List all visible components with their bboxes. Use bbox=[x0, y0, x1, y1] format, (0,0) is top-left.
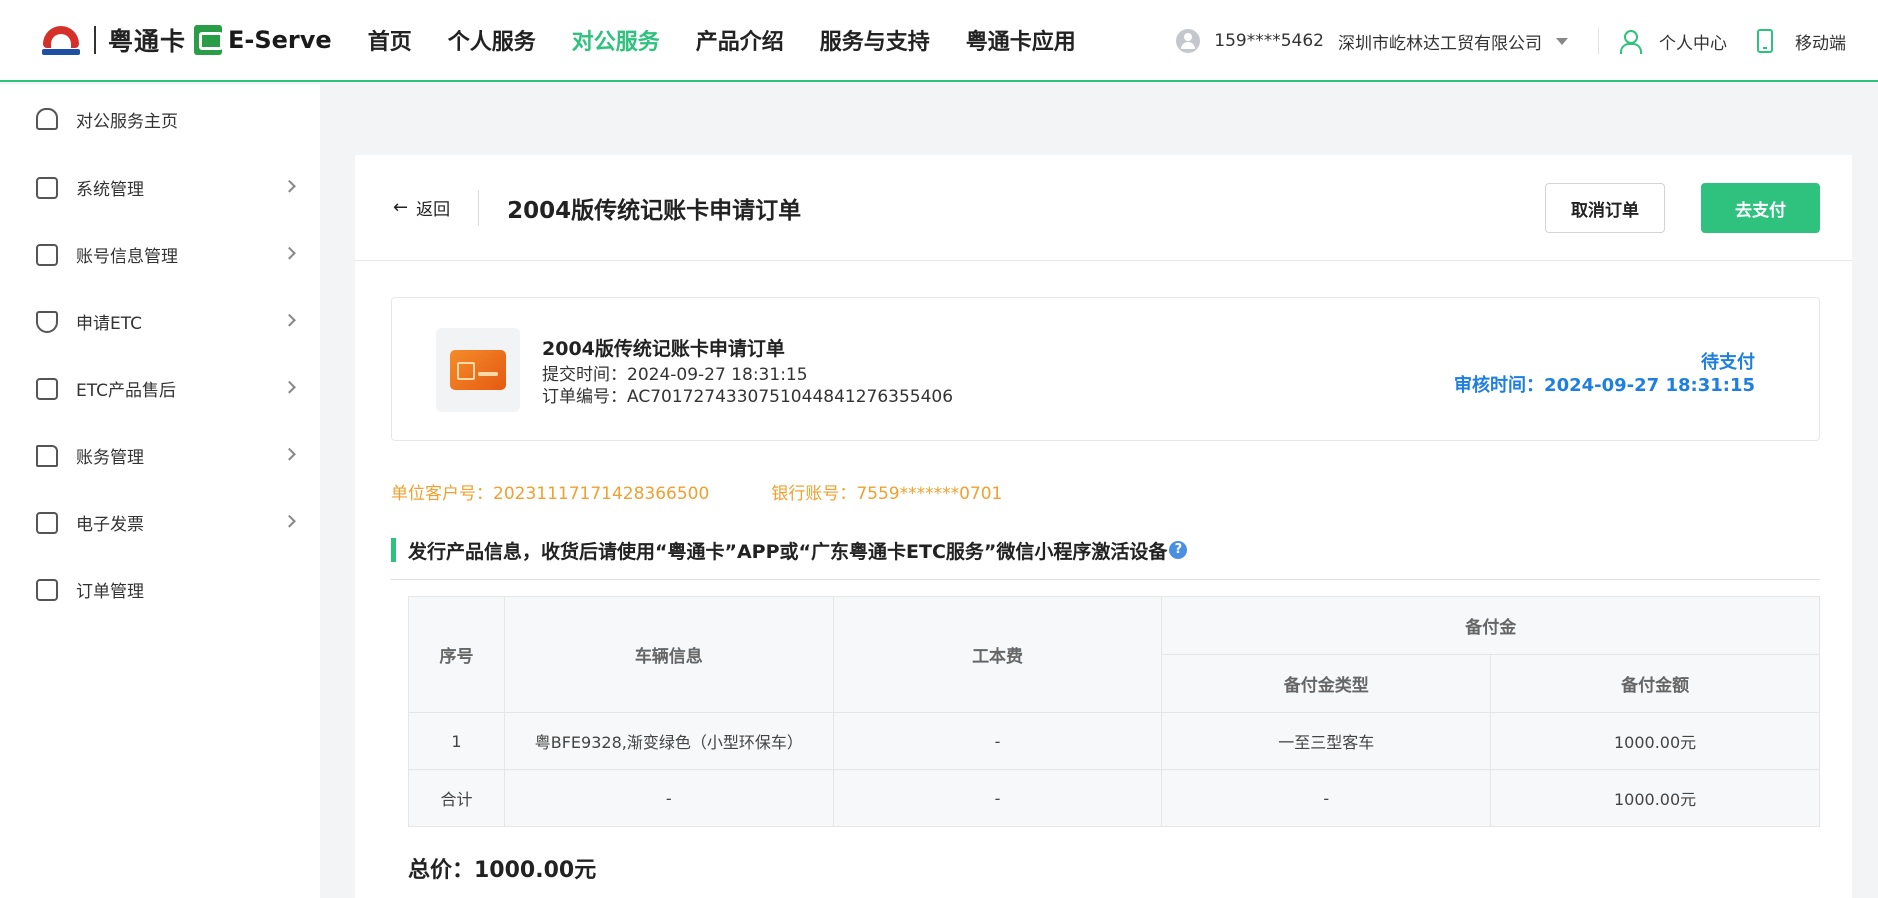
cell-vehicle: - bbox=[503, 769, 834, 827]
table-row: 1 粤BFE9328,渐变绿色（小型环保车） - 一至三型客车 1000.00元 bbox=[408, 712, 1820, 770]
header-prepaid: 备付金 bbox=[1161, 596, 1820, 655]
header-prepaid-amount: 备付金额 bbox=[1490, 654, 1820, 713]
sidebar-item-billing[interactable]: 账务管理 bbox=[0, 422, 320, 489]
chevron-right-icon bbox=[283, 514, 296, 528]
back-button[interactable]: ← 返回 bbox=[393, 195, 450, 220]
section-title-text: 发行产品信息，收货后请使用“粤通卡”APP或“广东粤通卡ETC服务”微信小程序激… bbox=[408, 540, 1168, 563]
after-sales-icon bbox=[36, 377, 58, 400]
cancel-order-button[interactable]: 取消订单 bbox=[1545, 183, 1665, 233]
account-info-icon bbox=[36, 243, 58, 266]
sidebar-item-label: 订单管理 bbox=[76, 582, 144, 602]
table-row-total: 合计 - - - 1000.00元 bbox=[408, 769, 1820, 827]
user-avatar-icon bbox=[1176, 29, 1201, 53]
help-icon[interactable]: ? bbox=[1169, 541, 1188, 559]
header-seq: 序号 bbox=[408, 596, 505, 713]
sidebar-item-label: 系统管理 bbox=[76, 180, 144, 200]
bank-account-number: 银行账号：7559*******0701 bbox=[771, 484, 1003, 504]
system-settings-icon bbox=[36, 176, 58, 199]
cell-fee: - bbox=[832, 769, 1163, 827]
sidebar-item-label: ETC产品售后 bbox=[76, 381, 176, 401]
header-divider bbox=[1598, 28, 1599, 54]
order-summary-card: 2004版传统记账卡申请订单 提交时间：2024-09-27 18:31:15 … bbox=[391, 297, 1820, 441]
sidebar-item-system-management[interactable]: 系统管理 bbox=[0, 154, 320, 221]
sidebar-item-apply-etc[interactable]: 申请ETC bbox=[0, 288, 320, 355]
sidebar-item-label: 对公服务主页 bbox=[76, 111, 178, 132]
top-navigation-bar: 粤通卡 E-Serve 首页 个人服务 对公服务 产品介绍 服务与支持 粤通卡应… bbox=[0, 0, 1878, 82]
section-divider bbox=[391, 579, 1820, 580]
user-area: 159****5462 深圳市屹林达工贸有限公司 个人中心 移动端 bbox=[1176, 0, 1846, 82]
guangdong-transport-logo-icon bbox=[40, 23, 82, 57]
sidebar-item-label: 账号信息管理 bbox=[76, 247, 178, 267]
company-selector[interactable]: 深圳市屹林达工贸有限公司 bbox=[1338, 29, 1542, 54]
sidebar-item-corporate-home[interactable]: 对公服务主页 bbox=[0, 84, 320, 154]
chevron-down-icon[interactable] bbox=[1556, 37, 1568, 45]
brand-name: 粤通卡 bbox=[108, 27, 187, 56]
customer-number: 单位客户号：2023111717142836650​0 bbox=[391, 484, 710, 504]
cell-prepaid-amount: 1000.00元 bbox=[1490, 769, 1820, 827]
invoice-icon bbox=[36, 511, 58, 534]
order-detail-panel: ← 返回 2004版传统记账卡申请订单 取消订单 去支付 2004版传统记账卡申… bbox=[355, 155, 1852, 898]
etc-card-logo-icon bbox=[194, 25, 224, 55]
sidebar-item-e-invoice[interactable]: 电子发票 bbox=[0, 489, 320, 556]
folder-icon bbox=[36, 444, 58, 467]
cell-vehicle: 粤BFE9328,渐变绿色（小型环保车） bbox=[503, 712, 834, 770]
total-price: 总价：1000.00元 bbox=[408, 858, 597, 883]
brand-logo[interactable]: 粤通卡 E-Serve bbox=[40, 22, 332, 58]
chevron-right-icon bbox=[283, 313, 296, 327]
personal-center-link[interactable]: 个人中心 bbox=[1659, 29, 1727, 54]
nav-personal-services[interactable]: 个人服务 bbox=[448, 24, 536, 56]
cell-seq: 1 bbox=[408, 712, 505, 770]
cell-seq: 合计 bbox=[408, 769, 505, 827]
nav-product-intro[interactable]: 产品介绍 bbox=[696, 24, 784, 56]
ic-card-icon bbox=[450, 350, 506, 390]
personal-center-icon[interactable] bbox=[1619, 29, 1642, 54]
chevron-right-icon bbox=[283, 179, 296, 193]
nav-home[interactable]: 首页 bbox=[368, 24, 412, 56]
sidebar-item-order-management[interactable]: 订单管理 bbox=[0, 556, 320, 623]
sidebar-item-etc-after-sales[interactable]: ETC产品售后 bbox=[0, 355, 320, 422]
sidebar: 对公服务主页 系统管理 账号信息管理 申请ETC ETC产品售后 账务管理 电子… bbox=[0, 84, 320, 898]
order-clipboard-icon bbox=[36, 578, 58, 601]
nav-service-support[interactable]: 服务与支持 bbox=[820, 24, 930, 56]
nav-corporate-services[interactable]: 对公服务 bbox=[572, 24, 660, 56]
page-header: ← 返回 2004版传统记账卡申请订单 取消订单 去支付 bbox=[355, 155, 1852, 261]
brand-product-name: E-Serve bbox=[228, 26, 332, 54]
home-icon bbox=[36, 108, 58, 130]
review-time: 审核时间：2024-09-27 18:31:15 bbox=[1454, 375, 1755, 396]
chevron-right-icon bbox=[283, 246, 296, 260]
mobile-link[interactable]: 移动端 bbox=[1795, 29, 1846, 54]
etc-shield-icon bbox=[36, 310, 58, 333]
product-info-table: 序号 车辆信息 工本费 备付金 备付金类型 备付金额 1 粤BFE9328,渐变… bbox=[408, 596, 1820, 827]
sidebar-item-label: 申请ETC bbox=[76, 314, 142, 334]
chevron-right-icon bbox=[283, 447, 296, 461]
cell-prepaid-amount: 1000.00元 bbox=[1490, 712, 1820, 770]
section-title: 发行产品信息，收货后请使用“粤通卡”APP或“广东粤通卡ETC服务”微信小程序激… bbox=[391, 538, 1188, 563]
header-prepaid-type: 备付金类型 bbox=[1161, 654, 1492, 713]
account-info-row: 单位客户号：2023111717142836650​0 银行账号：7559***… bbox=[391, 479, 1064, 504]
header-divider bbox=[478, 189, 480, 226]
order-name: 2004版传统记账卡申请订单 bbox=[542, 338, 785, 360]
header-fee: 工本费 bbox=[832, 596, 1163, 713]
cell-prepaid-type: 一至三型客车 bbox=[1161, 712, 1492, 770]
brand-divider bbox=[94, 26, 96, 54]
order-number: 订单编号：AC7017274330751044841276355406 bbox=[542, 387, 954, 407]
sidebar-item-label: 账务管理 bbox=[76, 448, 144, 468]
chevron-right-icon bbox=[283, 380, 296, 394]
product-thumbnail bbox=[436, 328, 520, 412]
page-title: 2004版传统记账卡申请订单 bbox=[507, 197, 802, 224]
pay-button[interactable]: 去支付 bbox=[1701, 183, 1820, 233]
header-vehicle: 车辆信息 bbox=[503, 596, 834, 713]
back-label: 返回 bbox=[416, 200, 451, 220]
user-phone: 159****5462 bbox=[1214, 31, 1324, 51]
nav-card-apps[interactable]: 粤通卡应用 bbox=[966, 24, 1076, 56]
arrow-left-icon: ← bbox=[393, 197, 409, 218]
main-nav: 首页 个人服务 对公服务 产品介绍 服务与支持 粤通卡应用 bbox=[368, 24, 1112, 56]
cell-fee: - bbox=[832, 712, 1163, 770]
mobile-phone-icon[interactable] bbox=[1757, 29, 1773, 53]
cell-prepaid-type: - bbox=[1161, 769, 1492, 827]
sidebar-item-account-info[interactable]: 账号信息管理 bbox=[0, 221, 320, 288]
sidebar-item-label: 电子发票 bbox=[76, 515, 144, 535]
